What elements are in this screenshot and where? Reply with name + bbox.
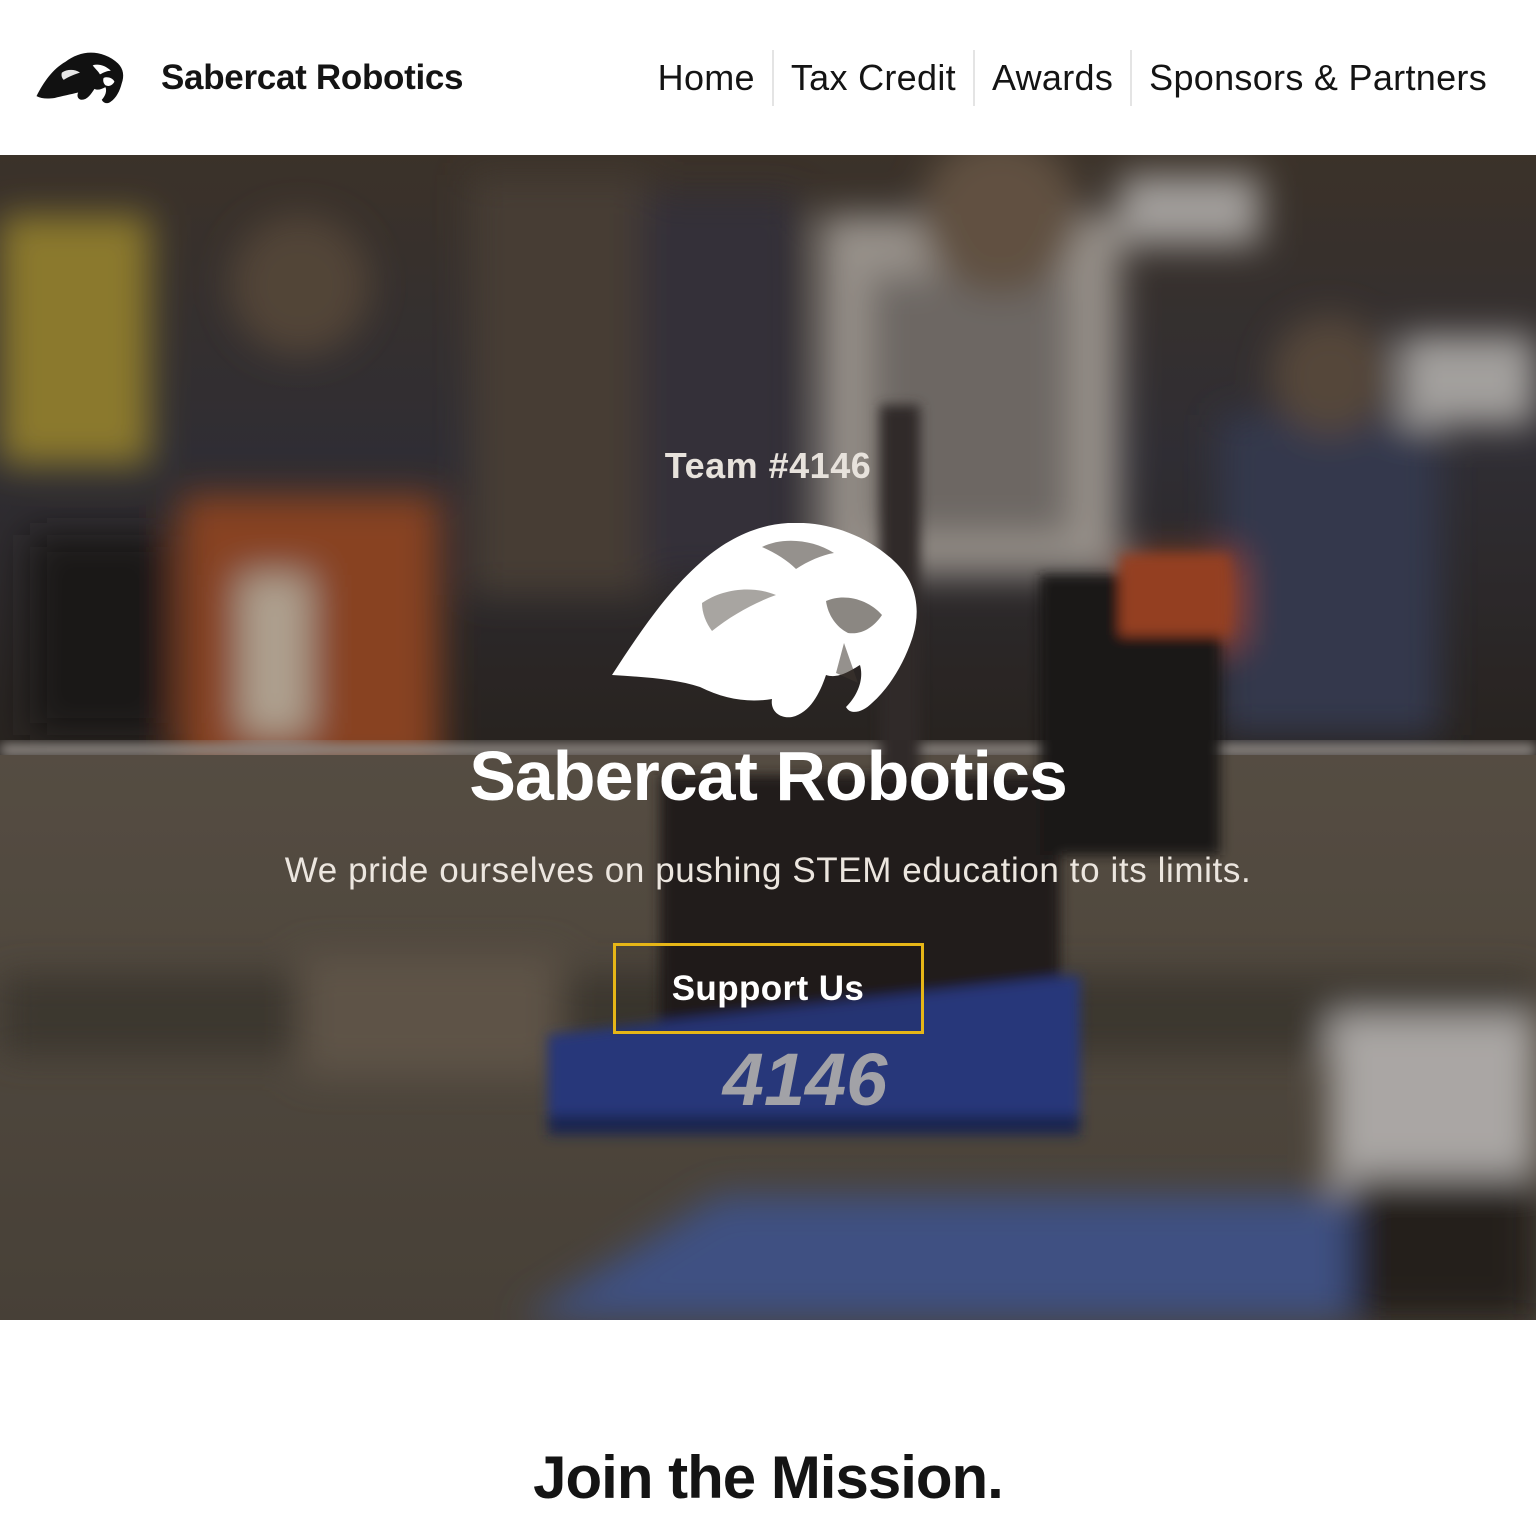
sabercat-head-icon xyxy=(36,52,124,103)
nav-tax-credit[interactable]: Tax Credit xyxy=(774,49,973,107)
hero-content: Team #4146 Sabercat Robotics We pride ou… xyxy=(0,155,1536,1320)
mission-section: Join the Mission. xyxy=(0,1320,1536,1536)
mission-title: Join the Mission. xyxy=(533,1444,1004,1511)
site-header: Sabercat Robotics Home Tax Credit Awards… xyxy=(0,0,1536,155)
nav-sponsors-partners[interactable]: Sponsors & Partners xyxy=(1132,49,1502,107)
nav-home[interactable]: Home xyxy=(641,49,772,107)
support-us-button[interactable]: Support Us xyxy=(612,943,924,1034)
nav-awards[interactable]: Awards xyxy=(975,49,1130,107)
main-nav: Home Tax Credit Awards Sponsors & Partne… xyxy=(641,49,1502,107)
sabercat-head-icon xyxy=(612,523,917,718)
hero-section: 4146 Team #4146 Sabercat Robotics We pri… xyxy=(0,155,1536,1320)
brand-link[interactable]: Sabercat Robotics xyxy=(34,49,464,107)
hero-subtitle: We pride ourselves on pushing STEM educa… xyxy=(284,851,1252,890)
team-number: Team #4146 xyxy=(664,445,872,486)
hero-title: Sabercat Robotics xyxy=(469,737,1068,815)
brand-name: Sabercat Robotics xyxy=(161,57,464,97)
